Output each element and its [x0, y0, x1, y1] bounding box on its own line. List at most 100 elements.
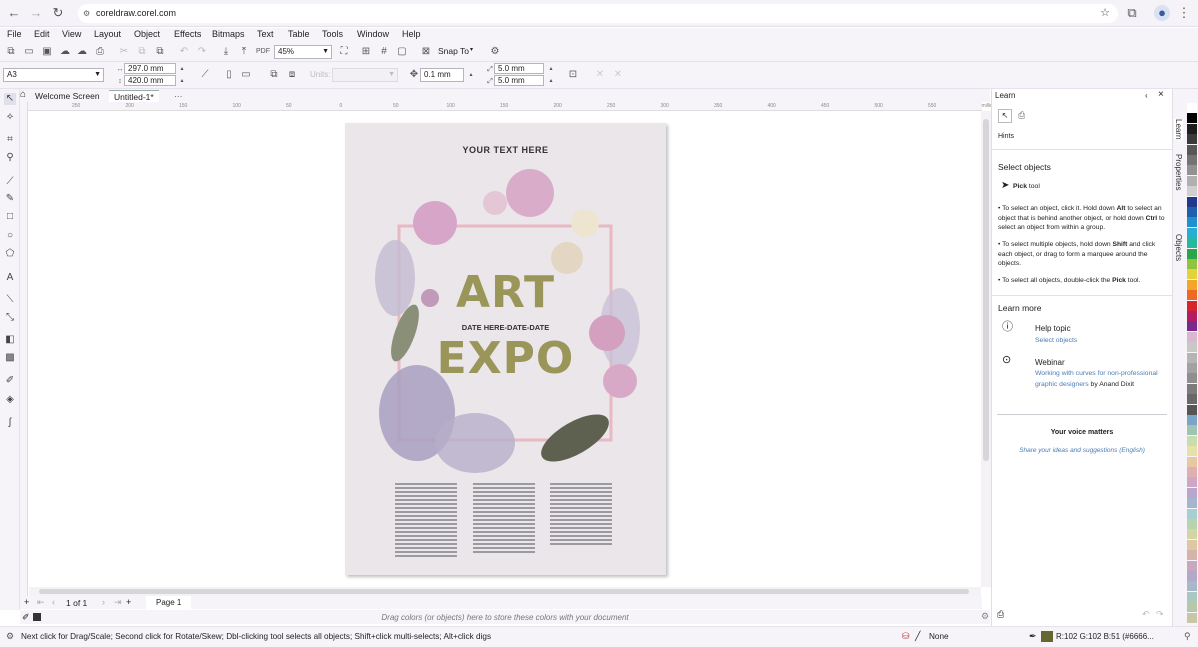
show-rulers-icon[interactable]: ⊞ [360, 46, 372, 58]
palette-swatch[interactable] [1187, 311, 1197, 321]
status-settings-icon[interactable]: ⚙ [6, 631, 14, 642]
palette-swatch[interactable] [1187, 352, 1197, 363]
transparency-tool-icon[interactable]: ▩ [4, 352, 16, 364]
palette-swatch[interactable] [1187, 217, 1197, 228]
menu-text[interactable]: Text [257, 29, 274, 39]
palette-swatch[interactable] [1187, 144, 1197, 155]
portrait-icon[interactable]: ▯ [223, 69, 235, 81]
chevron-down-icon[interactable]: ▾ [470, 46, 473, 53]
page-size-select[interactable]: A3 ▼ [3, 68, 104, 82]
docker-close-icon[interactable]: × [1158, 89, 1164, 100]
page-width-field[interactable]: 297.0 mm [124, 63, 176, 74]
home-icon[interactable]: ⌂ [20, 89, 26, 100]
zoom-status-icon[interactable]: ⚲ [1184, 631, 1191, 642]
bookmark-star-icon[interactable]: ☆ [1100, 4, 1110, 23]
document-page[interactable]: YOUR TEXT HERE ART DATE HERE-DATE-DATE E… [345, 123, 666, 575]
snap-to-icon[interactable]: ⊠ [420, 46, 432, 58]
palette-swatch[interactable] [1187, 560, 1197, 571]
palette-swatch[interactable] [1187, 498, 1197, 509]
palette-swatch[interactable] [1187, 269, 1197, 280]
side-tab-properties[interactable]: Properties [1174, 154, 1183, 190]
palette-swatch[interactable] [1187, 435, 1197, 446]
palette-swatch[interactable] [1187, 591, 1197, 602]
artistic-media-tool-icon[interactable]: ✎ [4, 193, 16, 205]
palette-swatch[interactable] [1187, 155, 1197, 165]
palette-swatch[interactable] [1187, 581, 1197, 592]
palette-swatch[interactable] [1187, 425, 1197, 436]
zoom-tool-icon[interactable]: ⚲ [4, 152, 16, 164]
menu-effects[interactable]: Effects [174, 29, 201, 39]
help-topic-link[interactable]: Select objects [1035, 335, 1077, 346]
show-grid-icon[interactable]: # [378, 46, 390, 58]
palette-swatch[interactable] [1187, 123, 1197, 134]
treat-as-filled-icon[interactable]: ⊡ [567, 69, 579, 81]
palette-swatch[interactable] [1187, 342, 1197, 353]
palette-swatch[interactable] [1187, 321, 1197, 332]
units-select[interactable]: ▼ [332, 68, 398, 82]
tab-untitled-1[interactable]: Untitled-1* [109, 90, 159, 102]
address-bar[interactable]: ⚙ coreldraw.corel.com ☆ [78, 4, 1118, 23]
dup-y-spinner-icon[interactable]: ▴ [545, 75, 557, 87]
vertical-scroll-thumb[interactable] [983, 119, 989, 461]
print-icon[interactable]: ⎙ [94, 46, 106, 58]
width-spinner-icon[interactable]: ▴ [176, 63, 188, 75]
export-pdf-icon[interactable]: PDF [256, 46, 270, 58]
palette-swatch[interactable] [1187, 290, 1197, 301]
text-tool-icon[interactable]: A [4, 272, 16, 284]
palette-swatch[interactable] [1187, 394, 1197, 405]
nudge-distance-field[interactable]: 0.1 mm [420, 68, 464, 82]
add-page-after-icon[interactable]: + [126, 597, 131, 607]
show-guidelines-icon[interactable]: ▢ [396, 46, 408, 58]
palette-swatch[interactable] [1187, 550, 1197, 561]
snap-to-button[interactable]: Snap To [438, 46, 469, 56]
docker-options-icon[interactable]: ‹ [1145, 90, 1148, 101]
palette-swatch[interactable] [1187, 612, 1197, 623]
palette-swatch[interactable] [1187, 446, 1197, 457]
connector-tool-icon[interactable]: ⤡ [4, 312, 16, 324]
paste-icon[interactable]: ⧉ [154, 46, 166, 58]
docker-lock-icon[interactable]: ⎙ [997, 609, 1004, 620]
hints-lock-icon[interactable]: ⎙ [1018, 110, 1025, 121]
palette-swatch[interactable] [1187, 186, 1197, 197]
palette-swatch[interactable] [1187, 331, 1197, 342]
profile-avatar-icon[interactable]: ● [1154, 5, 1170, 21]
menu-window[interactable]: Window [357, 29, 389, 39]
palette-swatch[interactable] [1187, 103, 1197, 113]
palette-swatch[interactable] [1187, 404, 1197, 415]
menu-table[interactable]: Table [288, 29, 310, 39]
menu-tools[interactable]: Tools [322, 29, 343, 39]
smart-fill-tool-icon[interactable]: ʃ [4, 417, 16, 429]
shape-tool-icon[interactable]: ⟡ [4, 111, 16, 123]
palette-swatch[interactable] [1187, 196, 1197, 207]
page-height-field[interactable]: 420.0 mm [124, 75, 176, 86]
palette-swatch[interactable] [1187, 207, 1197, 217]
palette-options-icon[interactable]: ⚙ [981, 611, 989, 622]
palette-swatch[interactable] [1187, 477, 1197, 488]
menu-edit[interactable]: Edit [34, 29, 50, 39]
hints-pick-icon[interactable]: ↖ [998, 109, 1012, 123]
forward-arrow-icon[interactable]: → [28, 5, 44, 21]
horizontal-scroll-thumb[interactable] [39, 589, 969, 594]
options-gear-icon[interactable]: ⚙ [489, 46, 501, 58]
duplicate-y-field[interactable]: 5.0 mm [494, 75, 544, 86]
menu-view[interactable]: View [62, 29, 81, 39]
reload-icon[interactable]: ↻ [50, 5, 66, 21]
nudge-spinner-icon[interactable]: ▴ [465, 69, 477, 81]
undo-icon[interactable]: ↶ [178, 46, 190, 58]
palette-swatch[interactable] [1187, 529, 1197, 540]
duplicate-x-field[interactable]: 5.0 mm [494, 63, 544, 74]
dup-x-spinner-icon[interactable]: ▴ [545, 63, 557, 75]
copy-icon[interactable]: ⧉ [136, 46, 148, 58]
palette-swatch[interactable] [1187, 248, 1197, 259]
eyedropper-tool-icon[interactable]: ✐ [4, 375, 16, 387]
menu-object[interactable]: Object [134, 29, 160, 39]
page-tab-1[interactable]: Page 1 [146, 596, 192, 609]
cloud-upload-icon[interactable]: ☁ [59, 46, 71, 58]
parallel-dimension-tool-icon[interactable]: ⟍ [4, 294, 16, 306]
redo-icon[interactable]: ↷ [196, 46, 208, 58]
landscape-icon[interactable]: ▭ [240, 69, 252, 81]
document-palette-bar[interactable]: ✐ Drag colors (or objects) here to store… [20, 610, 990, 624]
export-icon[interactable]: ⤒ [238, 46, 250, 58]
menu-layout[interactable]: Layout [94, 29, 121, 39]
palette-swatch[interactable] [1187, 363, 1197, 373]
